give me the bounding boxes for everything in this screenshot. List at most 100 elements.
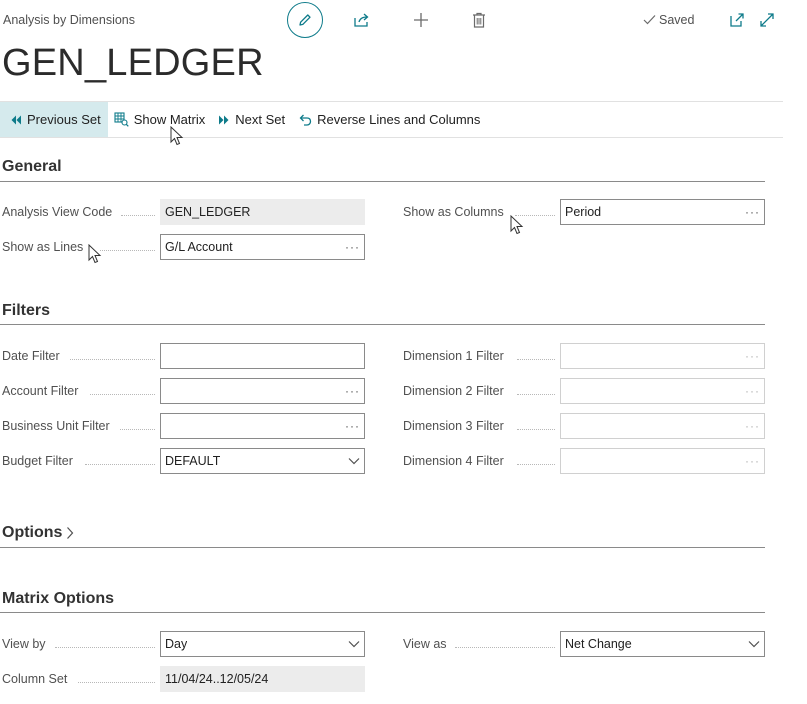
label-dots bbox=[90, 394, 155, 395]
reverse-lines-columns-action[interactable]: Reverse Lines and Columns bbox=[292, 102, 487, 137]
lookup-ellipsis-icon: ··· bbox=[745, 419, 760, 433]
view-as-label: View as bbox=[403, 637, 447, 651]
label-dots bbox=[78, 682, 155, 683]
trash-icon bbox=[473, 12, 485, 28]
dimension4-filter-field: ··· bbox=[560, 448, 765, 474]
dimension1-filter-label: Dimension 1 Filter bbox=[403, 349, 504, 363]
open-in-new-window-icon bbox=[730, 13, 744, 27]
action-bar: Previous Set Show Matrix Next Set Revers… bbox=[0, 101, 783, 138]
label-dots bbox=[517, 394, 555, 395]
pencil-icon bbox=[299, 14, 311, 26]
view-by-value: Day bbox=[165, 637, 188, 651]
analysis-view-code-field: GEN_LEDGER bbox=[160, 199, 365, 225]
general-divider bbox=[0, 181, 765, 182]
edit-button[interactable] bbox=[287, 2, 323, 38]
budget-filter-value: DEFAULT bbox=[165, 454, 221, 468]
dimension4-filter-label: Dimension 4 Filter bbox=[403, 454, 504, 468]
mouse-cursor-icon bbox=[170, 126, 184, 146]
show-as-lines-field[interactable]: G/L Account ··· bbox=[160, 234, 365, 260]
mouse-cursor-icon bbox=[510, 215, 524, 235]
dimension3-filter-field: ··· bbox=[560, 413, 765, 439]
business-unit-filter-field[interactable]: ··· bbox=[160, 413, 365, 439]
label-dots bbox=[120, 429, 155, 430]
date-filter-input[interactable] bbox=[160, 343, 365, 369]
mouse-cursor-icon bbox=[88, 244, 102, 264]
label-dots bbox=[517, 359, 555, 360]
dimension1-filter-field: ··· bbox=[560, 343, 765, 369]
plus-icon bbox=[414, 13, 428, 27]
label-dots bbox=[85, 464, 155, 465]
options-section-title: Options bbox=[2, 524, 63, 541]
lookup-ellipsis-icon[interactable]: ··· bbox=[345, 384, 360, 398]
chevron-down-icon bbox=[748, 641, 760, 648]
expand-button[interactable] bbox=[757, 10, 777, 30]
previous-set-label: Previous Set bbox=[27, 112, 101, 127]
share-button[interactable] bbox=[352, 10, 372, 30]
lookup-ellipsis-icon: ··· bbox=[745, 384, 760, 398]
view-as-select[interactable]: Net Change bbox=[560, 631, 765, 657]
top-bar: Analysis by Dimensions Saved bbox=[0, 0, 807, 40]
delete-button[interactable] bbox=[469, 10, 489, 30]
show-as-columns-label: Show as Columns bbox=[403, 205, 504, 219]
label-dots bbox=[121, 215, 155, 216]
general-section-title: General bbox=[2, 158, 62, 175]
column-set-label: Column Set bbox=[2, 672, 68, 686]
dimension2-filter-label: Dimension 2 Filter bbox=[403, 384, 504, 398]
business-unit-filter-label: Business Unit Filter bbox=[2, 419, 110, 433]
next-set-action[interactable]: Next Set bbox=[212, 102, 292, 137]
dimension2-filter-field: ··· bbox=[560, 378, 765, 404]
open-new-window-button[interactable] bbox=[727, 10, 747, 30]
expand-icon bbox=[760, 13, 774, 27]
view-by-label: View by bbox=[2, 637, 46, 651]
label-dots bbox=[70, 359, 155, 360]
date-filter-label: Date Filter bbox=[2, 349, 60, 363]
column-set-value: 11/04/24..12/05/24 bbox=[165, 672, 269, 686]
previous-set-icon bbox=[11, 115, 21, 124]
matrix-icon bbox=[114, 112, 129, 127]
label-dots bbox=[517, 464, 555, 465]
label-dots bbox=[55, 647, 155, 648]
undo-icon bbox=[299, 114, 312, 126]
next-set-label: Next Set bbox=[235, 112, 286, 127]
breadcrumb: Analysis by Dimensions bbox=[3, 13, 135, 27]
saved-status: Saved bbox=[643, 13, 694, 27]
checkmark-icon bbox=[643, 15, 656, 25]
column-set-field: 11/04/24..12/05/24 bbox=[160, 666, 365, 692]
view-by-select[interactable]: Day bbox=[160, 631, 365, 657]
saved-label: Saved bbox=[659, 13, 695, 27]
lookup-ellipsis-icon[interactable]: ··· bbox=[745, 205, 760, 219]
label-dots bbox=[100, 250, 155, 251]
previous-set-action[interactable]: Previous Set bbox=[0, 102, 108, 137]
options-divider bbox=[0, 547, 765, 548]
options-section-toggle[interactable]: Options bbox=[2, 524, 74, 542]
new-button[interactable] bbox=[411, 10, 431, 30]
lookup-ellipsis-icon[interactable]: ··· bbox=[345, 419, 360, 433]
show-as-columns-value: Period bbox=[565, 205, 602, 219]
show-as-columns-field[interactable]: Period ··· bbox=[560, 199, 765, 225]
filters-divider bbox=[0, 324, 765, 325]
show-as-lines-value: G/L Account bbox=[165, 240, 233, 254]
lookup-ellipsis-icon[interactable]: ··· bbox=[345, 240, 360, 254]
label-dots bbox=[455, 647, 555, 648]
show-matrix-label: Show Matrix bbox=[133, 112, 206, 127]
reverse-lines-columns-label: Reverse Lines and Columns bbox=[317, 112, 481, 127]
page-title: GEN_LEDGER bbox=[2, 42, 264, 84]
show-as-lines-label: Show as Lines bbox=[2, 240, 84, 254]
matrix-options-section-title: Matrix Options bbox=[2, 590, 115, 607]
view-as-value: Net Change bbox=[565, 637, 632, 651]
next-set-icon bbox=[219, 115, 229, 124]
chevron-down-icon bbox=[348, 641, 360, 648]
show-matrix-action[interactable]: Show Matrix bbox=[108, 102, 213, 137]
lookup-ellipsis-icon: ··· bbox=[745, 454, 760, 468]
chevron-down-icon bbox=[348, 458, 360, 465]
budget-filter-label: Budget Filter bbox=[2, 454, 73, 468]
share-icon bbox=[354, 13, 369, 27]
budget-filter-select[interactable]: DEFAULT bbox=[160, 448, 365, 474]
dimension3-filter-label: Dimension 3 Filter bbox=[403, 419, 504, 433]
analysis-view-code-value: GEN_LEDGER bbox=[165, 205, 251, 219]
analysis-view-code-label: Analysis View Code bbox=[2, 205, 113, 219]
account-filter-field[interactable]: ··· bbox=[160, 378, 365, 404]
filters-section-title: Filters bbox=[2, 302, 51, 319]
matrix-options-divider bbox=[0, 612, 765, 613]
lookup-ellipsis-icon: ··· bbox=[745, 349, 760, 363]
